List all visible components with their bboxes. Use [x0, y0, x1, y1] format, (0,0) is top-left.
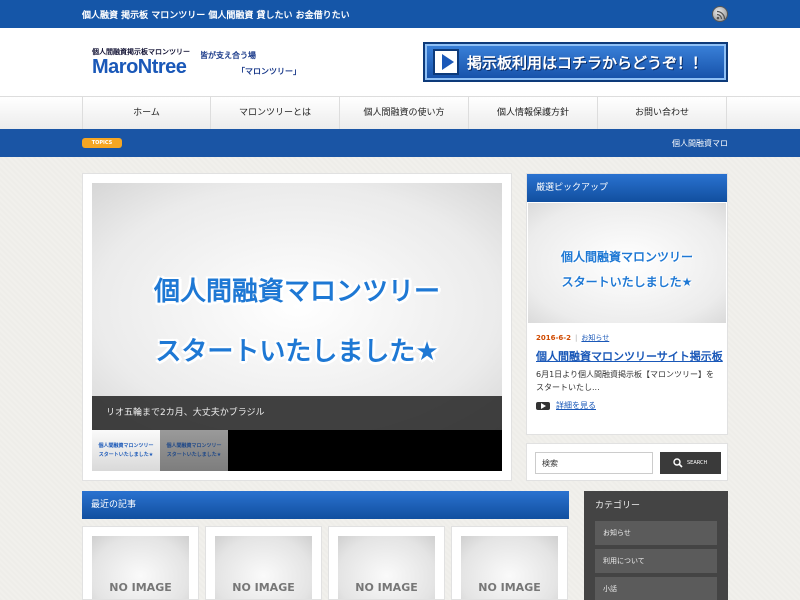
pickup-date: 2016-6-2: [536, 334, 572, 342]
slide-image[interactable]: 個人間融資マロンツリー スタートいたしました★: [92, 183, 502, 430]
read-more-link[interactable]: 詳細を見る: [536, 400, 596, 411]
topics-ticker-text[interactable]: 個人間融資マロ: [672, 138, 728, 149]
nav-item-about[interactable]: マロンツリーとは: [211, 97, 340, 129]
meta-separator: |: [575, 334, 578, 342]
nav-item-home[interactable]: ホーム: [82, 97, 211, 129]
post-card[interactable]: NO IMAGE: [451, 526, 568, 600]
category-item[interactable]: 小話: [595, 577, 717, 600]
thumb-line2: スタートいたしました★: [98, 452, 154, 458]
post-card[interactable]: NO IMAGE: [205, 526, 322, 600]
pickup-excerpt: 6月1日より個人間融資掲示板【マロンツリー】をスタートいたし...: [536, 370, 715, 392]
post-thumbnail[interactable]: NO IMAGE: [338, 536, 435, 599]
post-thumbnail[interactable]: NO IMAGE: [92, 536, 189, 599]
category-heading: カテゴリー: [595, 501, 641, 511]
post-card[interactable]: NO IMAGE: [328, 526, 445, 600]
search-widget: SEARCH: [526, 443, 728, 481]
thumb-line1: 個人間融資マロンツリー: [166, 443, 222, 449]
featured-slider: 個人間融資マロンツリー スタートいたしました★ リオ五輪まで2カ月、大丈夫かブラ…: [82, 173, 512, 481]
thumb-line1: 個人間融資マロンツリー: [98, 443, 154, 449]
topics-badge: TOPICS: [82, 138, 122, 148]
pickup-title-link[interactable]: 個人間融資マロンツリーサイト掲示板: [536, 348, 723, 364]
pickup-image-line2: スタートいたしました★: [561, 275, 693, 289]
rss-icon[interactable]: [712, 6, 728, 22]
catchphrase-line2: 「マロンツリー」: [237, 67, 301, 76]
pickup-panel: 厳選ピックアップ 個人間融資マロンツリー スタートいたしました★ 2016-6-…: [526, 173, 728, 435]
nav-item-contact[interactable]: お問い合わせ: [598, 97, 727, 129]
slider-thumb[interactable]: 個人間融資マロンツリー スタートいたしました★: [160, 430, 228, 471]
site-tagline: 個人融資 掲示板 マロンツリー 個人間融資 貸したい お金借りたい: [82, 11, 350, 21]
slider-thumb[interactable]: 個人間融資マロンツリー スタートいたしました★: [92, 430, 160, 471]
search-icon: [673, 458, 683, 468]
category-item[interactable]: 利用について: [595, 549, 717, 573]
nav-item-privacy[interactable]: 個人情報保護方針: [469, 97, 598, 129]
no-image-label: NO IMAGE: [355, 581, 418, 594]
post-card[interactable]: NO IMAGE: [82, 526, 199, 600]
main-nav: ホーム マロンツリーとは 個人間融資の使い方 個人情報保護方針 お問い合わせ: [0, 96, 800, 129]
pickup-heading: 厳選ピックアップ: [527, 174, 727, 202]
site-logo[interactable]: MaroNtree: [92, 56, 187, 79]
slide-headline-line1: 個人間融資マロンツリー: [153, 277, 440, 307]
no-image-label: NO IMAGE: [478, 581, 541, 594]
post-thumbnail[interactable]: NO IMAGE: [461, 536, 558, 599]
slider-thumbnails: 個人間融資マロンツリー スタートいたしました★ 個人間融資マロンツリー スタート…: [92, 430, 502, 471]
play-arrow-icon: [433, 49, 459, 75]
catchphrase-line1: 皆が支え合う場: [200, 51, 256, 60]
thumb-line2: スタートいたしました★: [166, 452, 222, 458]
arrow-right-icon: [536, 401, 550, 410]
category-widget: カテゴリー お知らせ 利用について 小話: [584, 491, 728, 600]
nav-item-howto[interactable]: 個人間融資の使い方: [340, 97, 469, 129]
search-input[interactable]: [535, 452, 653, 474]
recent-posts-heading: 最近の記事: [82, 491, 569, 519]
search-button[interactable]: SEARCH: [660, 452, 721, 474]
banner-label: 掲示板利用はコチラからどうぞ！！: [467, 53, 708, 72]
pickup-meta: 2016-6-2 | お知らせ: [536, 333, 609, 343]
pickup-category-link[interactable]: お知らせ: [581, 334, 609, 342]
topics-bar: TOPICS 個人間融資マロ: [0, 129, 800, 157]
board-banner-button[interactable]: 掲示板利用はコチラからどうぞ！！: [423, 42, 728, 82]
pickup-image-line1: 個人間融資マロンツリー: [560, 250, 693, 264]
no-image-label: NO IMAGE: [109, 581, 172, 594]
top-bar: 個人融資 掲示板 マロンツリー 個人間融資 貸したい お金借りたい: [0, 0, 800, 28]
no-image-label: NO IMAGE: [232, 581, 295, 594]
recent-posts-list: NO IMAGE NO IMAGE NO IMAGE NO IMAGE: [82, 526, 569, 600]
search-button-label: SEARCH: [687, 460, 708, 466]
slide-caption[interactable]: リオ五輪まで2カ月、大丈夫かブラジル: [92, 396, 502, 430]
site-header: 個人間融資掲示板マロンツリー MaroNtree 皆が支え合う場 「マロンツリー…: [0, 28, 800, 96]
category-item[interactable]: お知らせ: [595, 521, 717, 545]
pickup-image[interactable]: 個人間融資マロンツリー スタートいたしました★: [528, 203, 726, 323]
slide-headline-line2: スタートいたしました★: [155, 337, 439, 367]
post-thumbnail[interactable]: NO IMAGE: [215, 536, 312, 599]
read-more-label: 詳細を見る: [556, 401, 596, 410]
